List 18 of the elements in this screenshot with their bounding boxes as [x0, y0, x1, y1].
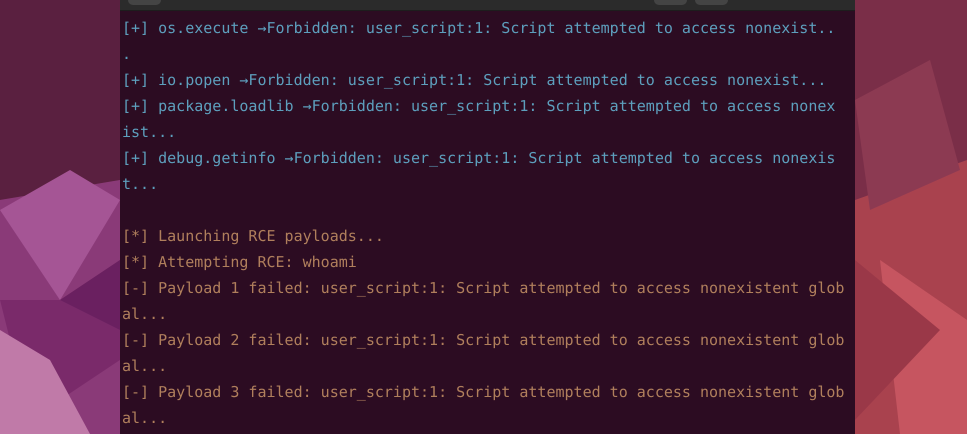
terminal-line: al... — [122, 408, 168, 429]
terminal-line: ist... — [122, 122, 176, 143]
terminal-line: t... — [122, 174, 158, 195]
header-button[interactable] — [695, 0, 728, 5]
terminal-line: [*] Attempting RCE: whoami — [122, 252, 357, 273]
terminal-line: [-] Payload 1 failed: user_script:1: Script attempted to access nonexistent glob — [122, 278, 844, 299]
terminal-line: [+] os.execute →Forbidden: user_script:1: Script attempted to access nonexist.. — [122, 18, 836, 39]
terminal-line: [*] Launching RCE payloads... — [122, 226, 384, 247]
header-button[interactable] — [128, 0, 161, 5]
terminal-line: [-] Payload 2 failed: user_script:1: Script attempted to access nonexistent glob — [122, 330, 844, 351]
terminal-line: [+] debug.getinfo →Forbidden: user_script:1: Script attempted to access nonexis — [122, 148, 836, 169]
terminal-line: [+] io.popen →Forbidden: user_script:1: Script attempted to access nonexist... — [122, 70, 826, 91]
terminal-line: [-] Payload 3 failed: user_script:1: Script attempted to access nonexistent glob — [122, 382, 844, 403]
header-button[interactable] — [654, 0, 687, 5]
terminal-line: . — [122, 44, 132, 65]
terminal-line: al... — [122, 356, 168, 377]
terminal-line: [+] package.loadlib →Forbidden: user_script:1: Script attempted to access nonex — [122, 96, 836, 117]
terminal-line: al... — [122, 304, 168, 325]
